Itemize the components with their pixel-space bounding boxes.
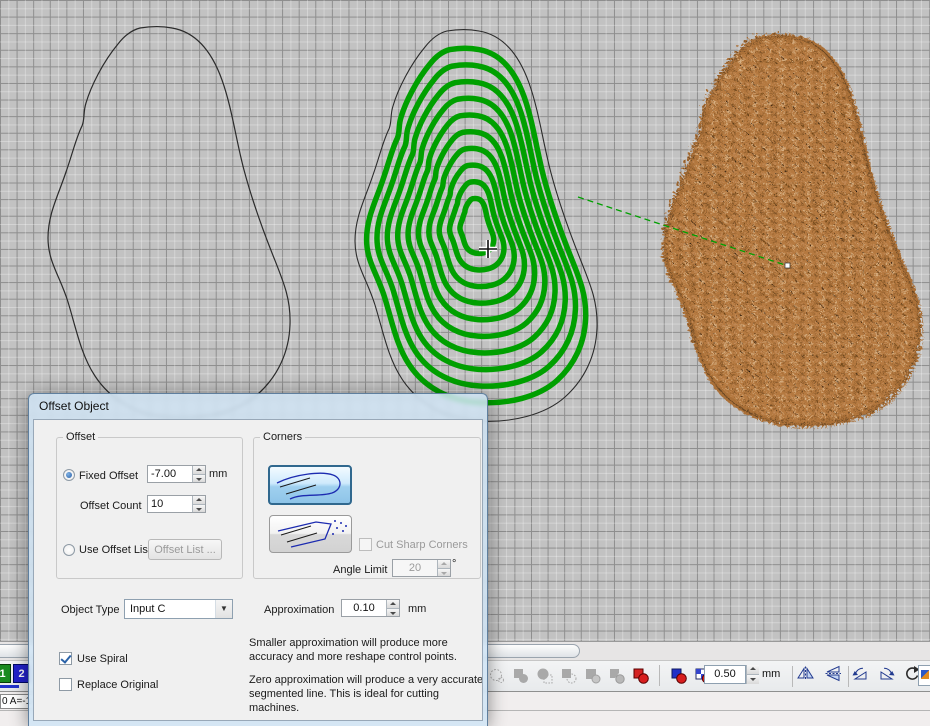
object-type-label: Object Type bbox=[61, 604, 120, 616]
help-paragraph-1: Smaller approximation will produce more … bbox=[249, 636, 483, 664]
use-spiral-label: Use Spiral bbox=[77, 653, 128, 665]
angle-limit-spinner[interactable]: 20 bbox=[392, 559, 451, 577]
divide-gray-icon[interactable] bbox=[608, 667, 625, 684]
approximation-unit: mm bbox=[408, 603, 426, 615]
subtract-dotted-icon[interactable] bbox=[560, 667, 577, 684]
toolbar-separator bbox=[848, 666, 849, 687]
stitch-offset-spinner[interactable] bbox=[746, 665, 759, 684]
combo-dropdown-icon: ▼ bbox=[215, 600, 232, 618]
corners-group: Corners Cut Sharp Corners Angle Limit bbox=[253, 431, 481, 579]
union-color-icon[interactable] bbox=[670, 667, 687, 684]
angle-limit-label: Angle Limit bbox=[333, 564, 387, 576]
sharp-corners-button[interactable] bbox=[269, 515, 352, 553]
offset-group: Offset Fixed Offset -7.00 mm Offset Coun… bbox=[56, 431, 243, 579]
approximation-help-text: Smaller approximation will produce more … bbox=[249, 636, 483, 721]
offset-spiral-shape[interactable] bbox=[355, 30, 597, 422]
source-outline-shape[interactable] bbox=[48, 27, 290, 419]
toolbar-separator bbox=[792, 666, 793, 687]
round-corners-button[interactable] bbox=[268, 465, 352, 505]
cut-sharp-corners-label: Cut Sharp Corners bbox=[376, 539, 468, 551]
dialog-title: Offset Object bbox=[39, 399, 109, 413]
mirror-horizontal-icon[interactable] bbox=[796, 665, 815, 682]
angle-limit-unit: ° bbox=[452, 558, 456, 570]
help-paragraph-2: Zero approximation will produce a very a… bbox=[249, 673, 483, 715]
cut-sharp-corners-checkbox[interactable] bbox=[359, 538, 372, 551]
dialog-body: Offset Fixed Offset -7.00 mm Offset Coun… bbox=[33, 419, 483, 721]
offset-group-legend: Offset bbox=[63, 431, 98, 443]
palette-selected-indicator bbox=[0, 685, 19, 688]
weld-dotted-icon[interactable] bbox=[488, 667, 505, 684]
rotate-ccw-45-icon[interactable] bbox=[851, 665, 870, 682]
corners-group-legend: Corners bbox=[260, 431, 305, 443]
weld-active-icon[interactable] bbox=[632, 667, 649, 684]
approximation-label: Approximation bbox=[264, 604, 334, 616]
stitch-offset-field[interactable]: 0.50 bbox=[704, 665, 746, 684]
offset-object-dialog: Offset Object Offset Fixed Offset -7.00 … bbox=[28, 393, 488, 726]
use-offset-list-radio[interactable] bbox=[63, 544, 75, 556]
stitch-offset-unit: mm bbox=[762, 665, 780, 684]
fixed-offset-label: Fixed Offset bbox=[79, 470, 138, 482]
use-offset-list-label: Use Offset List bbox=[79, 544, 151, 556]
union-gray-icon[interactable] bbox=[512, 667, 529, 684]
mirror-vertical-icon[interactable] bbox=[824, 665, 843, 682]
fixed-offset-spinner[interactable]: -7.00 bbox=[147, 465, 206, 483]
object-type-combobox[interactable]: Input C ▼ bbox=[124, 599, 233, 619]
toolbar-separator bbox=[659, 665, 660, 686]
intersect-dotted-icon[interactable] bbox=[536, 667, 553, 684]
replace-original-checkbox[interactable] bbox=[59, 678, 72, 691]
replace-original-label: Replace Original bbox=[77, 679, 158, 691]
offset-count-spinner[interactable]: 10 bbox=[147, 495, 206, 513]
approximation-spinner[interactable]: 0.10 bbox=[341, 599, 400, 617]
use-spiral-checkbox[interactable] bbox=[59, 652, 72, 665]
exclude-gray-icon[interactable] bbox=[584, 667, 601, 684]
stitched-object-shape[interactable] bbox=[662, 34, 916, 422]
dialog-titlebar[interactable]: Offset Object bbox=[29, 394, 487, 419]
offset-list-button[interactable]: Offset List ... bbox=[148, 539, 222, 560]
offset-count-label: Offset Count bbox=[80, 500, 142, 512]
fixed-offset-radio[interactable] bbox=[63, 469, 75, 481]
palette-chip-1[interactable]: 1 bbox=[0, 664, 11, 683]
cropped-right-field[interactable] bbox=[918, 665, 930, 686]
rotate-cw-45-icon[interactable] bbox=[877, 665, 896, 682]
fixed-offset-unit: mm bbox=[209, 468, 227, 480]
